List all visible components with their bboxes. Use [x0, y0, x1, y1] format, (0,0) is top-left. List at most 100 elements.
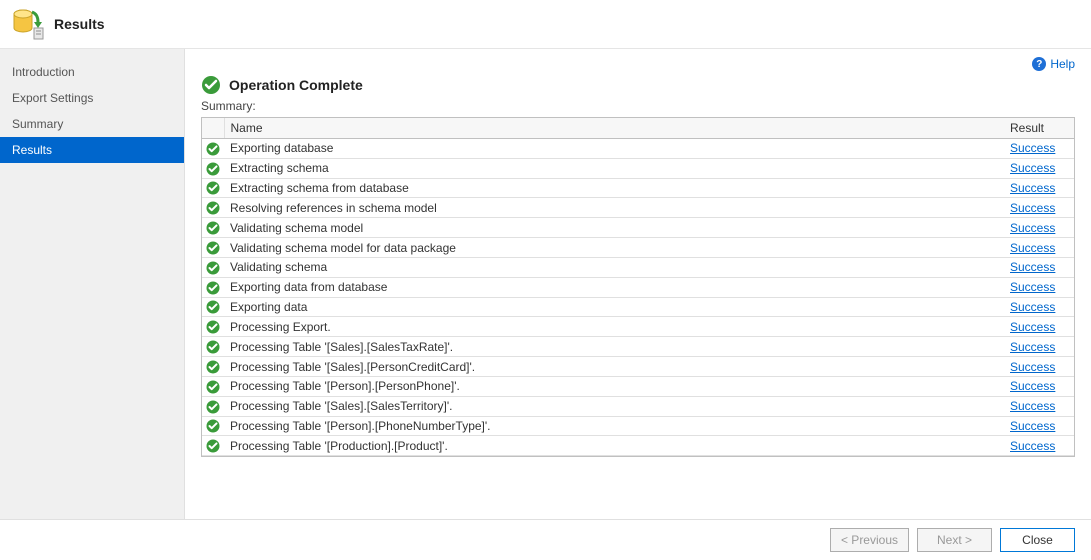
row-name: Validating schema	[224, 257, 1004, 277]
row-result: Success	[1004, 257, 1074, 277]
row-result: Success	[1004, 317, 1074, 337]
status-title: Operation Complete	[229, 77, 363, 93]
row-name: Validating schema model for data package	[224, 238, 1004, 258]
row-status-icon	[202, 139, 224, 159]
row-status-icon	[202, 218, 224, 238]
row-status-icon	[202, 297, 224, 317]
table-row[interactable]: Resolving references in schema modelSucc…	[202, 198, 1074, 218]
close-button[interactable]: Close	[1000, 528, 1075, 552]
row-result: Success	[1004, 396, 1074, 416]
table-row[interactable]: Processing Table '[Person].[PhoneNumberT…	[202, 416, 1074, 436]
table-row[interactable]: Validating schema model for data package…	[202, 238, 1074, 258]
table-row[interactable]: Validating schema model Success	[202, 218, 1074, 238]
col-result[interactable]: Result	[1004, 118, 1074, 139]
table-row[interactable]: Exporting dataSuccess	[202, 297, 1074, 317]
row-status-icon	[202, 416, 224, 436]
table-row[interactable]: Processing Table '[Sales].[PersonCreditC…	[202, 357, 1074, 377]
result-link[interactable]: Success	[1010, 141, 1055, 155]
row-name: Processing Table '[Production].[Product]…	[224, 436, 1004, 456]
result-link[interactable]: Success	[1010, 320, 1055, 334]
result-link[interactable]: Success	[1010, 399, 1055, 413]
help-label: Help	[1050, 57, 1075, 71]
row-status-icon	[202, 178, 224, 198]
check-icon	[206, 439, 220, 453]
row-name: Exporting data from database	[224, 277, 1004, 297]
col-name[interactable]: Name	[224, 118, 1004, 139]
main-panel: ? Help Operation Complete Summary:	[185, 49, 1091, 519]
result-link[interactable]: Success	[1010, 201, 1055, 215]
row-status-icon	[202, 198, 224, 218]
table-row[interactable]: Extracting schema Success	[202, 158, 1074, 178]
table-row[interactable]: Processing Export.Success	[202, 317, 1074, 337]
result-link[interactable]: Success	[1010, 439, 1055, 453]
help-icon: ?	[1032, 57, 1046, 71]
row-name: Extracting schema from database	[224, 178, 1004, 198]
row-name: Extracting schema	[224, 158, 1004, 178]
check-icon	[206, 261, 220, 275]
row-status-icon	[202, 436, 224, 456]
row-status-icon	[202, 317, 224, 337]
table-row[interactable]: Processing Table '[Sales].[SalesTerritor…	[202, 396, 1074, 416]
results-table: Name Result Exporting databaseSuccessExt…	[202, 118, 1074, 456]
summary-label: Summary:	[185, 99, 1091, 117]
result-link[interactable]: Success	[1010, 181, 1055, 195]
row-status-icon	[202, 337, 224, 357]
table-row[interactable]: Processing Table '[Sales].[SalesTaxRate]…	[202, 337, 1074, 357]
sidebar-item-summary[interactable]: Summary	[0, 111, 184, 137]
next-button: Next >	[917, 528, 992, 552]
row-result: Success	[1004, 357, 1074, 377]
check-icon	[206, 360, 220, 374]
row-result: Success	[1004, 178, 1074, 198]
table-row[interactable]: Validating schema Success	[202, 257, 1074, 277]
database-export-icon	[12, 8, 44, 40]
help-link[interactable]: ? Help	[1032, 57, 1075, 71]
result-link[interactable]: Success	[1010, 419, 1055, 433]
row-status-icon	[202, 376, 224, 396]
row-result: Success	[1004, 158, 1074, 178]
row-result: Success	[1004, 139, 1074, 159]
check-icon	[206, 300, 220, 314]
result-link[interactable]: Success	[1010, 379, 1055, 393]
sidebar: IntroductionExport SettingsSummaryResult…	[0, 49, 185, 519]
table-row[interactable]: Exporting database Success	[202, 139, 1074, 159]
row-name: Validating schema model	[224, 218, 1004, 238]
col-icon[interactable]	[202, 118, 224, 139]
row-status-icon	[202, 357, 224, 377]
sidebar-item-export-settings[interactable]: Export Settings	[0, 85, 184, 111]
table-row[interactable]: Extracting schema from database Success	[202, 178, 1074, 198]
results-table-wrap: Name Result Exporting databaseSuccessExt…	[201, 117, 1075, 457]
success-icon	[201, 75, 221, 95]
row-result: Success	[1004, 376, 1074, 396]
row-result: Success	[1004, 277, 1074, 297]
row-name: Exporting database	[224, 139, 1004, 159]
row-result: Success	[1004, 218, 1074, 238]
check-icon	[206, 142, 220, 156]
result-link[interactable]: Success	[1010, 280, 1055, 294]
check-icon	[206, 281, 220, 295]
results-table-scroll[interactable]: Name Result Exporting databaseSuccessExt…	[202, 118, 1074, 456]
row-name: Processing Table '[Sales].[SalesTerritor…	[224, 396, 1004, 416]
check-icon	[206, 320, 220, 334]
result-link[interactable]: Success	[1010, 161, 1055, 175]
result-link[interactable]: Success	[1010, 241, 1055, 255]
row-name: Processing Table '[Sales].[SalesTaxRate]…	[224, 337, 1004, 357]
check-icon	[206, 380, 220, 394]
row-status-icon	[202, 158, 224, 178]
check-icon	[206, 419, 220, 433]
sidebar-item-results[interactable]: Results	[0, 137, 184, 163]
check-icon	[206, 201, 220, 215]
result-link[interactable]: Success	[1010, 221, 1055, 235]
row-result: Success	[1004, 198, 1074, 218]
result-link[interactable]: Success	[1010, 340, 1055, 354]
result-link[interactable]: Success	[1010, 360, 1055, 374]
status-row: Operation Complete	[185, 71, 1091, 99]
table-row[interactable]: Processing Table '[Production].[Product]…	[202, 436, 1074, 456]
table-row[interactable]: Exporting data from database Success	[202, 277, 1074, 297]
sidebar-item-introduction[interactable]: Introduction	[0, 59, 184, 85]
table-row[interactable]: Processing Table '[Person].[PersonPhone]…	[202, 376, 1074, 396]
result-link[interactable]: Success	[1010, 260, 1055, 274]
row-name: Processing Table '[Sales].[PersonCreditC…	[224, 357, 1004, 377]
footer: < Previous Next > Close	[0, 519, 1091, 560]
result-link[interactable]: Success	[1010, 300, 1055, 314]
header: Results	[0, 0, 1091, 49]
